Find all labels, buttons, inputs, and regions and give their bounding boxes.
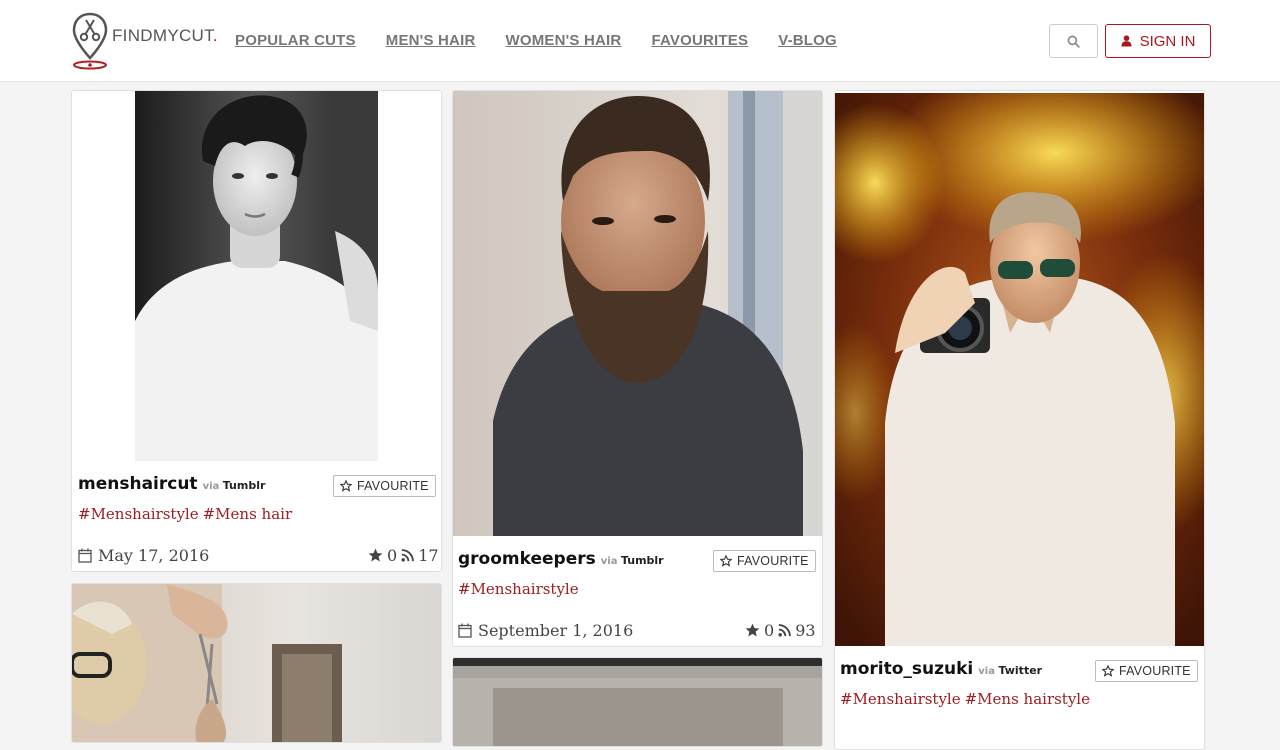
favourite-button[interactable]: FAVOURITE [713,550,816,572]
tag-link[interactable]: #Mens hair [203,505,293,523]
nav-womens-hair[interactable]: WOMEN'S HAIR [506,32,622,49]
rss-icon [778,624,792,637]
post-author: groomkeepers via Tumblr [458,549,664,569]
nav-mens-hair[interactable]: MEN'S HAIR [386,32,476,49]
favourite-button[interactable]: FAVOURITE [333,475,436,497]
post-date: September 1, 2016 [458,621,633,640]
star-icon [368,548,383,562]
feed-count: 17 [418,546,439,565]
favourite-button[interactable]: FAVOURITE [1095,660,1198,682]
logo-text: FINDMYCUT. [112,26,218,45]
tag-link[interactable]: #Menshairstyle [78,505,199,523]
post-photo[interactable] [72,584,441,742]
favourite-label: FAVOURITE [1119,664,1191,678]
post-card: morito_suzuki via Twitter FAVOURITE #Men… [834,90,1205,750]
favourite-label: FAVOURITE [357,479,429,493]
search-button[interactable] [1049,24,1098,58]
post-tags: #Menshairstyle #Mens hair [78,505,296,523]
date-text: May 17, 2016 [98,546,210,565]
post-tags: #Menshairstyle #Mens hairstyle [840,690,1094,708]
sign-in-button[interactable]: SIGN IN [1105,24,1211,58]
post-photo[interactable] [135,91,378,461]
rss-icon [401,549,415,562]
author-name[interactable]: morito_suzuki [840,659,973,679]
user-icon [1121,35,1132,47]
post-stats: 0 17 [368,546,439,565]
post-card [452,657,823,747]
nav-popular-cuts[interactable]: POPULAR CUTS [235,32,356,49]
main-nav: POPULAR CUTS MEN'S HAIR WOMEN'S HAIR FAV… [235,32,837,49]
sign-in-label: SIGN IN [1139,32,1196,50]
post-author: menshaircut via Tumblr [78,474,265,494]
star-count: 0 [764,621,775,640]
post-photo[interactable] [835,93,1204,646]
tag-link[interactable]: #Mens hairstyle [965,690,1090,708]
star-count: 0 [387,546,398,565]
tag-link[interactable]: #Menshairstyle [840,690,961,708]
post-card [71,583,442,743]
tag-link[interactable]: #Menshairstyle [458,580,579,598]
date-text: September 1, 2016 [478,621,634,640]
post-card: menshaircut via Tumblr FAVOURITE #Mensha… [71,90,442,572]
post-date: May 17, 2016 [78,546,209,565]
feed-count: 93 [795,621,816,640]
star-outline-icon [340,480,352,492]
star-outline-icon [720,555,732,567]
logo[interactable]: FINDMYCUT. [72,12,218,70]
author-name[interactable]: menshaircut [78,474,198,494]
calendar-icon [78,548,92,563]
nav-v-blog[interactable]: V-BLOG [778,32,837,49]
post-photo[interactable] [453,91,822,536]
author-name[interactable]: groomkeepers [458,549,596,569]
nav-favourites[interactable]: FAVOURITES [651,32,748,49]
calendar-icon [458,623,472,638]
post-author: morito_suzuki via Twitter [840,659,1042,679]
star-outline-icon [1102,665,1114,677]
site-header: FINDMYCUT. POPULAR CUTS MEN'S HAIR WOMEN… [0,0,1280,82]
post-photo[interactable] [453,658,822,746]
favourite-label: FAVOURITE [737,554,809,568]
post-source: via Twitter [978,664,1043,677]
post-source: via Tumblr [600,554,664,567]
post-source: via Tumblr [202,479,266,492]
scissors-pin-icon [72,12,108,70]
post-tags: #Menshairstyle [458,580,583,598]
star-icon [745,623,760,637]
post-stats: 0 93 [745,621,816,640]
post-card: groomkeepers via Tumblr FAVOURITE #Mensh… [452,90,823,647]
search-icon [1067,35,1080,48]
